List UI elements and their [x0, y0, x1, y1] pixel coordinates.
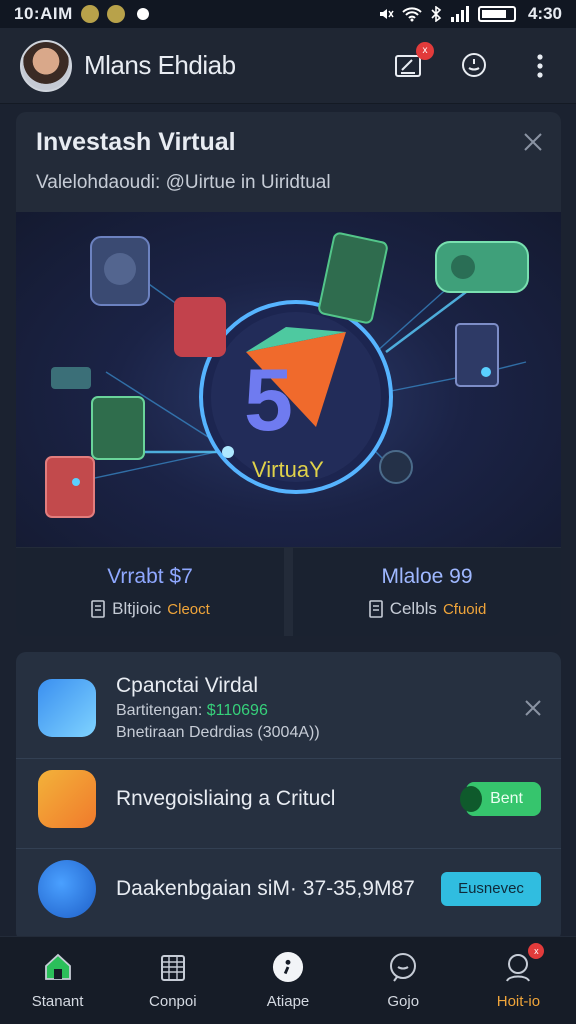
nav-item-calendar[interactable]: Conpoi: [115, 937, 230, 1024]
list-item-title: Cpanctai Virdal: [116, 674, 259, 697]
stat-value: Mlaloe 99: [381, 565, 473, 588]
nav-item-home[interactable]: Stanant: [0, 937, 115, 1024]
hero-title: Investash Virtual: [36, 128, 236, 156]
nav-item-compass[interactable]: Atiape: [230, 937, 345, 1024]
chart-app-icon: [38, 859, 96, 918]
nav-label: Stanant: [31, 993, 84, 1010]
avatar[interactable]: [20, 39, 72, 92]
stat-meta-highlight: Cfuoid: [442, 600, 487, 618]
notification-badge: x: [416, 41, 434, 60]
more-options-button[interactable]: [524, 50, 556, 82]
stat-meta-label: Celbls: [389, 599, 437, 618]
list-item-label: Bartitengan:: [116, 702, 203, 719]
battery-icon: [477, 6, 516, 22]
stat-meta-label: Bltjioic: [112, 599, 162, 618]
stat-meta: Bltjioic Cleoct: [90, 599, 210, 619]
mute-icon: [379, 9, 394, 19]
hero-logo-text: VirtuaY: [252, 457, 324, 482]
svg-text:5: 5: [244, 350, 293, 449]
status-time: 10:AIM: [14, 4, 73, 23]
app-notification-icon: [80, 5, 99, 23]
list-item-detail: Bartitengan: $110696: [116, 702, 320, 720]
stat-tile[interactable]: Mlaloe 99 Celbls Cfuoid: [293, 548, 561, 636]
home-icon: [44, 953, 71, 980]
bluetooth-icon: [431, 6, 442, 22]
trading-app-icon: [38, 679, 96, 737]
more-vertical-icon: [537, 53, 543, 78]
status-clock: 4:30: [527, 4, 562, 23]
nav-item-chat[interactable]: Gojo: [346, 937, 461, 1024]
nav-label: Atiape: [266, 993, 310, 1010]
wifi-icon: [402, 7, 422, 22]
nav-item-profile[interactable]: x Hoit-io: [461, 937, 576, 1024]
stat-value: Vrrabt $7: [107, 565, 193, 588]
list-item-subdetail: Bnetiraan Dedrdias (3004A)): [116, 724, 320, 741]
calendar-icon: [160, 955, 185, 981]
list-item-amount: $110696: [206, 702, 268, 719]
nav-label: Hoit-io: [496, 993, 541, 1010]
hero-card[interactable]: Investash Virtual Valelohdaoudi: @Uirtue…: [16, 112, 561, 636]
status-bar: 10:AIM 4:30: [0, 0, 576, 28]
list-item-action-button[interactable]: Bent: [460, 781, 541, 816]
edit-notification-button[interactable]: x: [392, 41, 434, 82]
username: Mlans Ehdiab: [84, 50, 236, 80]
investment-list: Cpanctai Virdal Bartitengan: $110696 Bne…: [16, 652, 561, 942]
app-notification-icon: [106, 5, 125, 23]
network-graphic: 5 VirtuaY: [45, 232, 529, 518]
nav-label: Conpoi: [149, 993, 197, 1010]
list-item[interactable]: Rnvegoisliaing a Critucl Bent: [16, 758, 561, 838]
notification-dot-icon: [136, 8, 149, 20]
stat-meta: Celbls Cfuoid: [368, 599, 487, 619]
list-item[interactable]: Cpanctai Virdal Bartitengan: $110696 Bne…: [16, 672, 561, 744]
notification-badge: x: [528, 943, 545, 959]
bottom-navigation: Stanant Conpoi Atiape Gojo x Hoit-io: [0, 936, 576, 1024]
nav-label: Gojo: [387, 993, 420, 1010]
signal-icon: [450, 6, 469, 22]
document-icon: [91, 600, 105, 618]
hero-illustration: 5 VirtuaY: [16, 212, 561, 547]
list-item-title: Rnvegoisliaing a Critucl: [116, 786, 336, 810]
app-header: Mlans Ehdiab x: [0, 28, 576, 104]
list-item[interactable]: Daakenbgaian siM· 37-35,9M87 Eusnevec: [16, 848, 561, 928]
close-icon[interactable]: [521, 130, 545, 154]
list-item-title: Daakenbgaian siM· 37-35,9M87: [116, 876, 415, 900]
chat-icon: [390, 953, 417, 982]
list-item-action-button[interactable]: Eusnevec: [441, 871, 541, 906]
stat-tile[interactable]: Vrrabt $7 Bltjioic Cleoct: [16, 548, 284, 636]
hero-subtitle: Valelohdaoudi: @Uirtue in Uiridtual: [36, 172, 331, 193]
search-button[interactable]: [458, 50, 490, 82]
stat-meta-highlight: Cleoct: [167, 600, 210, 618]
search-icon: [462, 52, 486, 77]
compass-icon: [272, 951, 304, 983]
cube-app-icon: [38, 769, 96, 828]
document-icon: [368, 600, 383, 618]
close-icon[interactable]: [523, 698, 543, 718]
